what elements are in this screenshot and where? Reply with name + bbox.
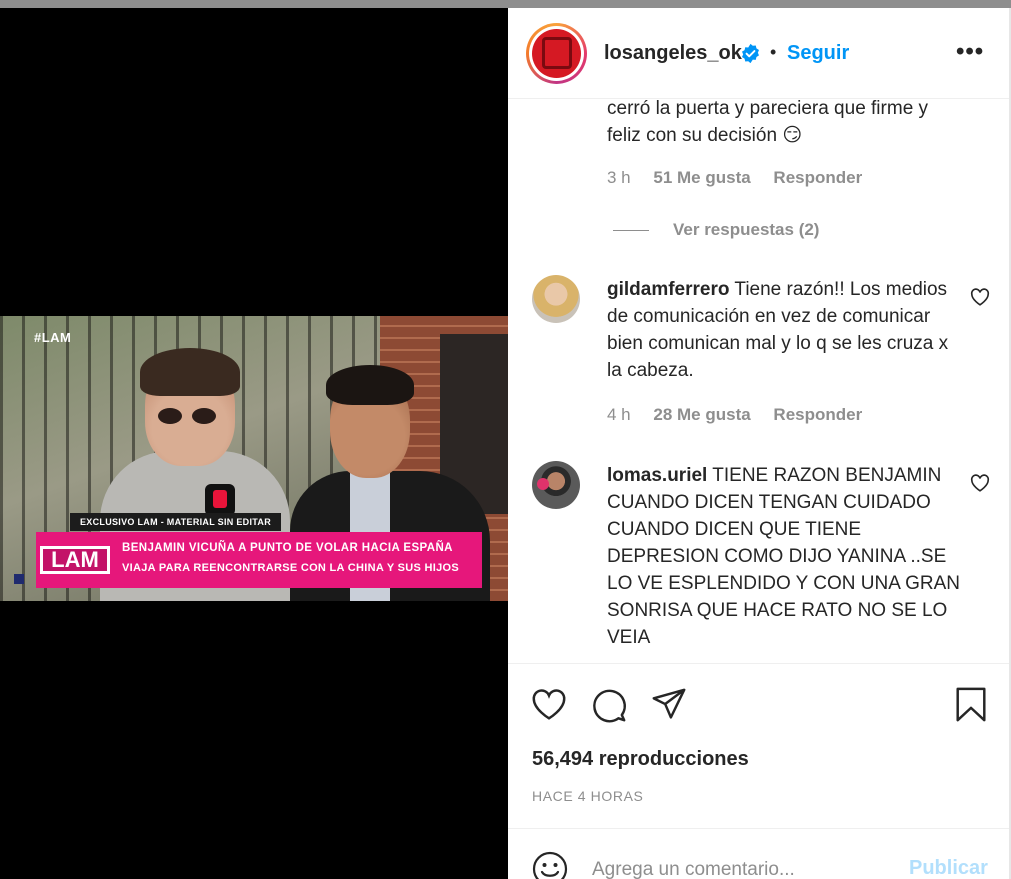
lam-logo: LAM [40, 546, 110, 574]
microphone [205, 484, 235, 516]
post-sidebar: losangeles_ok • Seguir ••• cerró la puer… [508, 8, 1009, 879]
post-timestamp: HACE 4 HORAS [532, 788, 644, 804]
save-bookmark-icon[interactable] [952, 686, 990, 724]
comment-time: 3 h [607, 168, 631, 187]
comment-text: TIENE RAZON BENJAMIN CUANDO DICEN TENGAN… [607, 465, 961, 648]
post-username[interactable]: losangeles_ok [604, 42, 742, 65]
window-top-strip [0, 0, 1011, 8]
comment-meta: 4 h 28 Me gusta Responder [607, 405, 880, 425]
video-exclusive-label: EXCLUSIVO LAM - MATERIAL SIN EDITAR [70, 513, 282, 531]
more-options-icon[interactable]: ••• [956, 38, 984, 66]
view-replies-button[interactable]: Ver respuestas (2) [613, 220, 819, 240]
comment-bubble-icon[interactable] [590, 686, 628, 724]
commenter-avatar[interactable] [532, 275, 580, 323]
comment-likes[interactable]: 28 Me gusta [653, 405, 750, 424]
view-replies-label: Ver respuestas (2) [673, 220, 820, 239]
video-lower-third-banner: LAM BENJAMIN VICUÑA A PUNTO DE VOLAR HAC… [36, 532, 482, 588]
video-player[interactable]: #LAM EXCLUSIVO LAM - MATERIAL SIN EDITAR… [0, 316, 508, 601]
post-actions: 56,494 reproducciones HACE 4 HORAS [508, 663, 1009, 828]
comment-meta: 3 h 51 Me gusta Responder [607, 168, 880, 188]
comment-continued-text: cerró la puerta y pareciera que firme y … [607, 99, 929, 146]
emoji-icon[interactable] [532, 851, 568, 879]
header-separator: • [770, 42, 777, 62]
comment-username[interactable]: lomas.uriel [607, 465, 707, 486]
comment-input[interactable] [592, 857, 892, 879]
like-heart-icon[interactable] [530, 686, 568, 724]
comments-list[interactable]: cerró la puerta y pareciera que firme y … [508, 99, 1009, 663]
comment-body: lomas.uriel TIENE RAZON BENJAMIN CUANDO … [607, 462, 967, 651]
replies-divider [613, 230, 649, 232]
profile-avatar[interactable] [526, 23, 587, 84]
banner-headline: BENJAMIN VICUÑA A PUNTO DE VOLAR HACIA E… [122, 542, 453, 554]
commenter-avatar[interactable] [532, 461, 580, 509]
media-pane: #LAM EXCLUSIVO LAM - MATERIAL SIN EDITAR… [0, 8, 508, 879]
video-corner-mark [14, 574, 24, 584]
comment-time: 4 h [607, 405, 631, 424]
comment-body: gildamferrero Tiene razón!! Los medios d… [607, 276, 967, 384]
reply-button[interactable]: Responder [773, 405, 862, 424]
publish-button[interactable]: Publicar [909, 857, 988, 879]
like-comment-heart-icon[interactable] [970, 474, 990, 492]
follow-button[interactable]: Seguir [787, 42, 849, 65]
view-count[interactable]: 56,494 reproducciones [532, 748, 749, 771]
post-header: losangeles_ok • Seguir ••• [508, 8, 1009, 99]
share-send-icon[interactable] [650, 686, 688, 724]
video-hashtag: #LAM [34, 330, 72, 345]
verified-badge-icon [742, 43, 759, 64]
comment-username[interactable]: gildamferrero [607, 279, 729, 300]
reply-button[interactable]: Responder [773, 168, 862, 187]
comment-likes[interactable]: 51 Me gusta [653, 168, 750, 187]
banner-subline: VIAJA PARA REENCONTRARSE CON LA CHINA Y … [122, 562, 460, 574]
like-comment-heart-icon[interactable] [970, 288, 990, 306]
add-comment-bar: Publicar [508, 828, 1009, 879]
